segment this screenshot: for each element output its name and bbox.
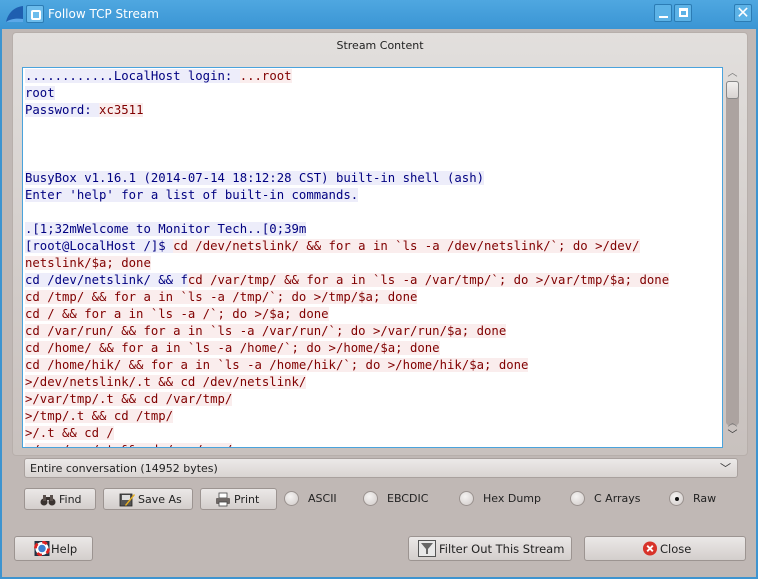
stream-line: cd /home/ && for a in `ls -a /home/`; do… <box>25 340 669 357</box>
radio-ascii-label: ASCII <box>308 492 337 505</box>
client-segment: cd /dev/netslink/ && f <box>25 273 188 287</box>
server-segment: ...root <box>239 69 292 83</box>
save-as-button[interactable]: Save As <box>103 488 193 510</box>
stream-text-view[interactable]: ............LocalHost login: ...root root… <box>22 67 723 448</box>
chevron-down-icon: ﹀ <box>720 462 731 475</box>
close-icon: ✕ <box>736 3 750 22</box>
server-segment: >/var/tmp/.t && cd /var/tmp/ <box>25 392 233 406</box>
server-segment: netslink/$a; done <box>25 256 151 270</box>
maximize-button[interactable] <box>674 4 692 22</box>
stream-line: cd /dev/netslink/ && fcd /var/tmp/ && fo… <box>25 272 670 289</box>
server-segment: cd /var/run/ && for a in `ls -a /var/run… <box>25 324 507 338</box>
stream-line: cd /tmp/ && for a in `ls -a /tmp/`; do >… <box>25 289 669 306</box>
client-segment: BusyBox v1.16.1 (2014-07-14 18:12:28 CST… <box>25 171 485 185</box>
filter-out-stream-label: Filter Out This Stream <box>439 542 565 556</box>
scroll-up-icon[interactable]: ︿ <box>724 67 741 81</box>
stream-line <box>25 153 669 170</box>
stream-line: cd / && for a in `ls -a /`; do >/$a; don… <box>25 306 669 323</box>
stream-lines: ............LocalHost login: ...root root… <box>25 68 670 447</box>
stream-line: >/var/run/.t && cd /var/run/ <box>25 442 669 447</box>
scroll-thumb[interactable] <box>726 81 739 99</box>
title-bar[interactable]: Follow TCP Stream ✕ <box>0 0 758 29</box>
close-label: Close <box>660 542 692 556</box>
server-segment: >/dev/netslink/.t && cd /dev/netslink/ <box>25 375 307 389</box>
vertical-scrollbar[interactable]: ︿ ︿ ﹀ <box>724 67 741 448</box>
binoculars-icon <box>40 495 56 506</box>
server-segment: cd /home/ && for a in `ls -a /home/`; do… <box>25 341 440 355</box>
stream-line: >/.t && cd / <box>25 425 669 442</box>
client-segment: ............LocalHost login: <box>25 69 240 83</box>
radio-hex-dump-label: Hex Dump <box>483 492 541 505</box>
find-label: Find <box>59 493 82 506</box>
server-segment: cd /dev/netslink/ && for a in `ls -a /de… <box>173 239 640 253</box>
print-button[interactable]: Print <box>200 488 277 510</box>
maximize-icon <box>679 8 688 17</box>
save-as-label: Save As <box>138 493 182 506</box>
stream-line: [root@LocalHost /]$ cd /dev/netslink/ &&… <box>25 238 669 255</box>
stream-line: .[1;32mWelcome to Monitor Tech..[0;39m <box>25 221 669 238</box>
conversation-select-value: Entire conversation (14952 bytes) <box>30 462 218 475</box>
client-segment: [root@LocalHost /]$ <box>25 239 174 253</box>
stream-line: >/tmp/.t && cd /tmp/ <box>25 408 669 425</box>
help-button[interactable]: Help <box>14 536 93 561</box>
conversation-select[interactable]: Entire conversation (14952 bytes) ﹀ <box>24 458 738 478</box>
stream-line <box>25 204 669 221</box>
radio-ebcdic-indicator[interactable] <box>363 491 378 506</box>
server-segment: >/tmp/.t && cd /tmp/ <box>25 409 174 423</box>
window-menu-button[interactable] <box>26 5 44 23</box>
stream-line: cd /var/run/ && for a in `ls -a /var/run… <box>25 323 669 340</box>
stream-line: ............LocalHost login: ...root <box>25 68 669 85</box>
print-label: Print <box>234 493 260 506</box>
radio-ascii-indicator[interactable] <box>284 491 299 506</box>
radio-c-arrays-indicator[interactable] <box>570 491 585 506</box>
stream-line: netslink/$a; done <box>25 255 669 272</box>
wireshark-fin-icon <box>6 6 23 22</box>
close-circle-icon <box>642 541 658 556</box>
client-segment: root <box>25 86 55 100</box>
group-title: Stream Content <box>336 39 424 52</box>
client-segment: Password: <box>25 103 100 117</box>
filter-icon <box>418 540 436 557</box>
radio-hex-dump-indicator[interactable] <box>459 491 474 506</box>
radio-raw-label: Raw <box>693 492 717 505</box>
minimize-icon <box>659 16 668 18</box>
stream-line <box>25 119 669 136</box>
server-segment: >/.t && cd / <box>25 426 114 440</box>
minimize-button[interactable] <box>654 4 672 22</box>
server-segment: cd /home/hik/ && for a in `ls -a /home/h… <box>25 358 529 372</box>
scroll-down-icon[interactable]: ﹀ <box>724 429 741 443</box>
stream-line: cd /home/hik/ && for a in `ls -a /home/h… <box>25 357 669 374</box>
stream-line: root <box>25 85 669 102</box>
follow-tcp-stream-dialog: Follow TCP Stream ✕ Stream Content .....… <box>0 0 758 579</box>
filter-out-stream-button[interactable]: Filter Out This Stream <box>408 536 572 561</box>
lifebuoy-icon <box>34 541 50 556</box>
printer-icon <box>216 492 230 507</box>
stream-line <box>25 136 669 153</box>
server-segment: >/var/run/.t && cd /var/run/ <box>25 443 233 447</box>
close-window-button[interactable]: ✕ <box>734 4 752 22</box>
close-button[interactable]: Close <box>584 536 746 561</box>
scroll-track[interactable] <box>726 81 739 425</box>
radio-ebcdic-label: EBCDIC <box>387 492 429 505</box>
help-label: Help <box>51 542 78 556</box>
stream-line: >/var/tmp/.t && cd /var/tmp/ <box>25 391 669 408</box>
radio-raw-indicator[interactable] <box>669 491 684 506</box>
server-segment: cd /tmp/ && for a in `ls -a /tmp/`; do >… <box>25 290 418 304</box>
stream-line: Enter 'help' for a list of built-in comm… <box>25 187 669 204</box>
stream-line: >/dev/netslink/.t && cd /dev/netslink/ <box>25 374 669 391</box>
stream-line: Password: xc3511 <box>25 102 669 119</box>
client-segment: .[1;32mWelcome to Monitor Tech..[0;39m <box>25 222 307 236</box>
radio-c-arrays-label: C Arrays <box>594 492 641 505</box>
client-segment: Enter 'help' for a list of built-in comm… <box>25 188 359 202</box>
window-title: Follow TCP Stream <box>48 7 159 21</box>
save-edit-icon <box>119 493 135 507</box>
server-segment: cd /var/tmp/ && for a in `ls -a /var/tmp… <box>187 273 670 287</box>
server-segment: xc3511 <box>99 103 144 117</box>
stream-line: BusyBox v1.16.1 (2014-07-14 18:12:28 CST… <box>25 170 669 187</box>
find-button[interactable]: Find <box>24 488 96 510</box>
server-segment: cd / && for a in `ls -a /`; do >/$a; don… <box>25 307 329 321</box>
